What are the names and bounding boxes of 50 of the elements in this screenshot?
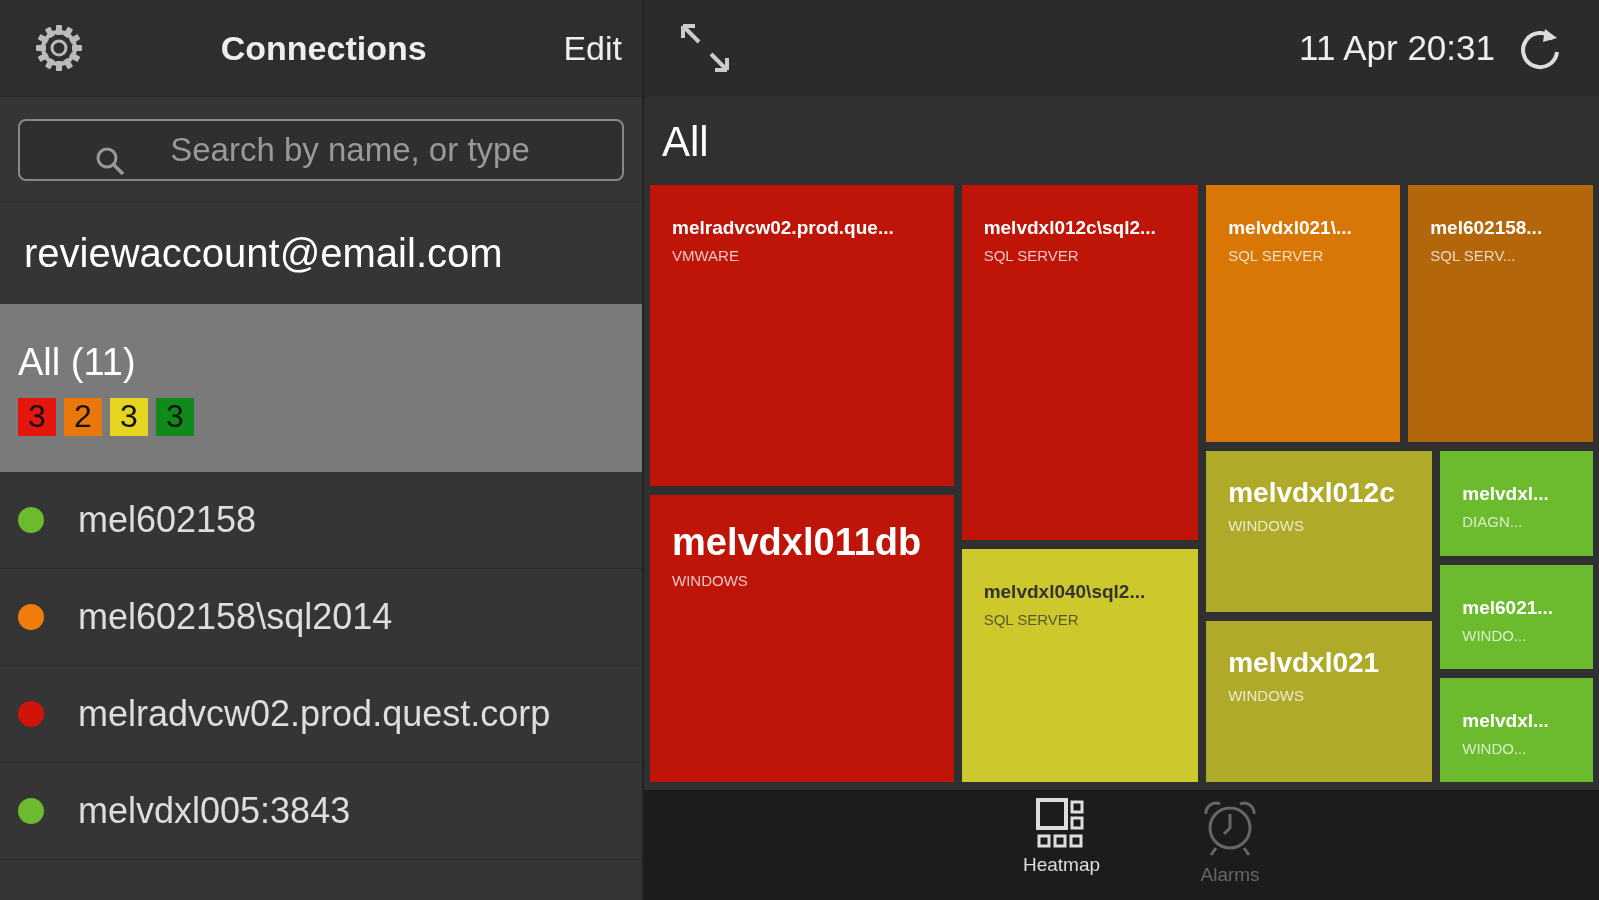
connection-name[interactable]: mel602158\sql2014 [78, 596, 393, 638]
group-label: All (11) [18, 340, 137, 384]
tile-type: SQL SERVER [983, 610, 1080, 628]
tile-name: mel6021... [1462, 596, 1555, 619]
search-icon [95, 146, 125, 176]
tile-type: DIAGN... [1462, 513, 1524, 531]
tile-name: melvdxl021 [1228, 647, 1381, 680]
tile-name: melvdxl012c\sql2... [983, 217, 1157, 239]
group-item[interactable]: All (11) 3 2 3 3 [0, 304, 642, 472]
tile-type: VMWARE [672, 247, 740, 264]
tab[interactable]: Heatmap [1012, 790, 1111, 900]
connection-name[interactable]: melvdxl005:3843 [78, 790, 351, 832]
settings-button[interactable] [34, 23, 84, 73]
tile-name: melvdxl012c [1228, 477, 1396, 510]
tile-type: SQL SERVER [983, 247, 1080, 264]
tile-name: mel602158... [1430, 217, 1544, 239]
tile-type: SQL SERV... [1430, 247, 1517, 264]
connection-name[interactable]: mel602158 [78, 499, 257, 541]
search-field[interactable]: Search by name, or type [18, 119, 624, 181]
tile-type: WINDOWS [672, 571, 749, 589]
timestamp: 11 Apr 20:31 [1299, 28, 1495, 68]
heatmap-tile[interactable]: melvdxl040\sql2... SQL SERVER [961, 548, 1199, 782]
expand-button[interactable] [680, 23, 730, 73]
heatmap-tile[interactable]: melvdxl012c\sql2... SQL SERVER [961, 185, 1199, 540]
tile-type: WINDOWS [1228, 517, 1305, 535]
tile-type: WINDOWS [1228, 687, 1305, 705]
heatmap-tile[interactable]: melvdxl011db WINDOWS [650, 494, 954, 782]
heatmap-tile[interactable]: melvdxl021\... SQL SERVER [1206, 185, 1401, 443]
edit-button[interactable]: Edit [563, 28, 622, 68]
heatmap-icon [1036, 798, 1087, 848]
tile-name: melvdxl040\sql2... [983, 580, 1147, 603]
status-count: 3 [110, 397, 148, 436]
heatmap-tile[interactable]: melradvcw02.prod.que... VMWARE [650, 185, 954, 486]
tile-type: WINDO... [1462, 739, 1528, 757]
tile-name: melvdxl021\... [1228, 217, 1353, 239]
settings-icon [34, 23, 84, 73]
expand-icon [680, 23, 730, 73]
status-count: 3 [18, 397, 56, 436]
status-count: 3 [156, 397, 194, 436]
tile-name: melradvcw02.prod.que... [672, 217, 895, 239]
view-title: All [661, 117, 710, 167]
connection-name[interactable]: melradvcw02.prod.quest.corp [78, 693, 551, 735]
status-count: 2 [64, 397, 102, 436]
tile-name: melvdxl... [1462, 709, 1550, 732]
panel-title: Connections [220, 28, 427, 68]
tile-type: SQL SERVER [1228, 247, 1325, 264]
heatmap-tile[interactable]: mel602158... SQL SERV... [1408, 185, 1593, 443]
tile-type: WINDO... [1462, 626, 1528, 644]
tile-name: melvdxl... [1462, 483, 1550, 506]
tile-name: melvdxl011db [672, 520, 923, 564]
